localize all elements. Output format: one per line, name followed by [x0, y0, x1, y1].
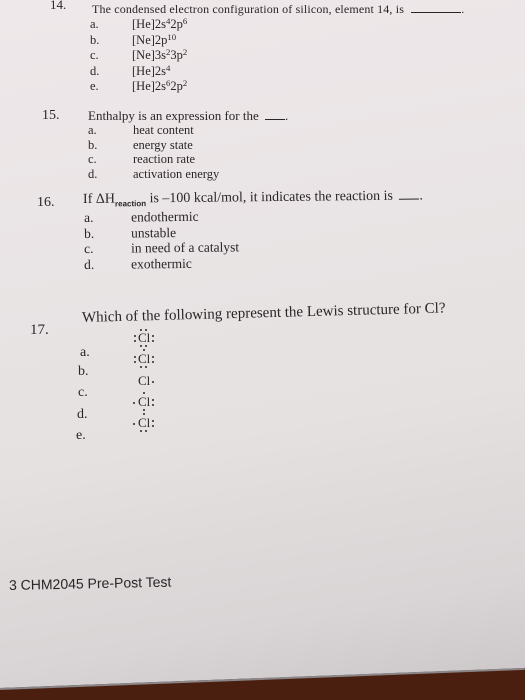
option-text: [He]2s62p2	[132, 78, 188, 93]
option-letter: c.	[84, 240, 94, 256]
option-letter: d.	[90, 63, 100, 78]
electron-dot	[152, 381, 154, 383]
option-letter: a.	[84, 209, 94, 225]
option-letter: b.	[90, 32, 100, 47]
lewis-structure: Cl	[127, 369, 167, 391]
electron-dot	[152, 361, 154, 363]
lewis-structure: Cl	[127, 326, 167, 348]
electron-dot	[152, 335, 154, 337]
electron-dot	[145, 366, 147, 368]
option-letter: c.	[78, 385, 88, 400]
electron-dot	[152, 420, 154, 422]
electron-dot	[152, 340, 154, 342]
answer-blank	[399, 197, 420, 200]
option-text: [Ne]2p10	[132, 31, 177, 47]
electron-dot	[140, 430, 142, 432]
option-letter: b.	[78, 364, 89, 379]
electron-dot	[133, 402, 135, 404]
option-text: [He]2s4	[132, 62, 171, 78]
option-letter: a.	[90, 17, 99, 31]
electron-dot	[133, 423, 135, 425]
option-text: [He]2s42p6	[132, 16, 188, 31]
option-letter: a.	[88, 123, 97, 137]
option-letter: d.	[88, 166, 98, 181]
option-text: heat content	[133, 123, 194, 137]
option-letter: c.	[90, 48, 99, 62]
option-letter: a.	[80, 345, 90, 360]
lewis-structure: Cl	[127, 411, 167, 433]
electron-dot	[152, 425, 154, 427]
option-letter: b.	[84, 225, 95, 241]
electron-dot	[134, 335, 136, 337]
electron-dot	[152, 404, 154, 406]
electron-dot	[134, 361, 136, 363]
option-letter: c.	[88, 152, 97, 166]
element-symbol: Cl	[138, 351, 151, 366]
option-letter: d.	[77, 407, 88, 422]
electron-dot	[143, 349, 145, 351]
option-letter: d.	[84, 256, 95, 272]
electron-dot	[140, 366, 142, 368]
electron-dot	[152, 356, 154, 358]
electron-dot	[140, 329, 142, 331]
option-text: energy state	[133, 137, 193, 152]
element-symbol: Cl	[138, 415, 151, 430]
electron-dot	[143, 392, 145, 394]
electron-dot	[145, 329, 147, 331]
question-stem: If ΔHreaction is –100 kcal/mol, it indic…	[82, 188, 424, 209]
option-letter: b.	[88, 137, 98, 152]
answer-blank	[265, 118, 286, 120]
option-text: in need of a catalyst	[130, 239, 240, 256]
option-text: reaction rate	[133, 152, 196, 166]
element-symbol: Cl	[138, 330, 151, 345]
option-text: [Ne]3s23p2	[132, 47, 188, 62]
test-paper	[0, 0, 525, 688]
page-footer: 3 CHM2045 Pre-Post Test	[8, 573, 172, 593]
question-number: 15.	[42, 108, 60, 123]
option-letter: e.	[90, 79, 99, 93]
electron-dot	[152, 399, 154, 401]
question-number: 17.	[30, 322, 49, 338]
option-letter: e.	[76, 428, 86, 443]
option-text: exothermic	[130, 255, 192, 272]
option-text: unstable	[130, 224, 177, 241]
electron-dot	[143, 413, 145, 415]
lewis-structure: Cl	[127, 347, 167, 369]
question-number: 16.	[37, 195, 55, 210]
option-text: activation energy	[133, 166, 220, 181]
answer-blank	[411, 11, 462, 13]
element-symbol: Cl	[138, 373, 151, 388]
question-stem: The condensed electron configuration of …	[92, 2, 465, 16]
lewis-structure: Cl	[127, 390, 167, 412]
question-number: 14.	[50, 0, 67, 12]
option-text: endothermic	[130, 208, 199, 225]
electron-dot	[134, 340, 136, 342]
electron-dot	[134, 356, 136, 358]
electron-dot	[145, 430, 147, 432]
element-symbol: Cl	[138, 394, 151, 409]
question-stem: Enthalpy is an expression for the .	[88, 108, 289, 123]
